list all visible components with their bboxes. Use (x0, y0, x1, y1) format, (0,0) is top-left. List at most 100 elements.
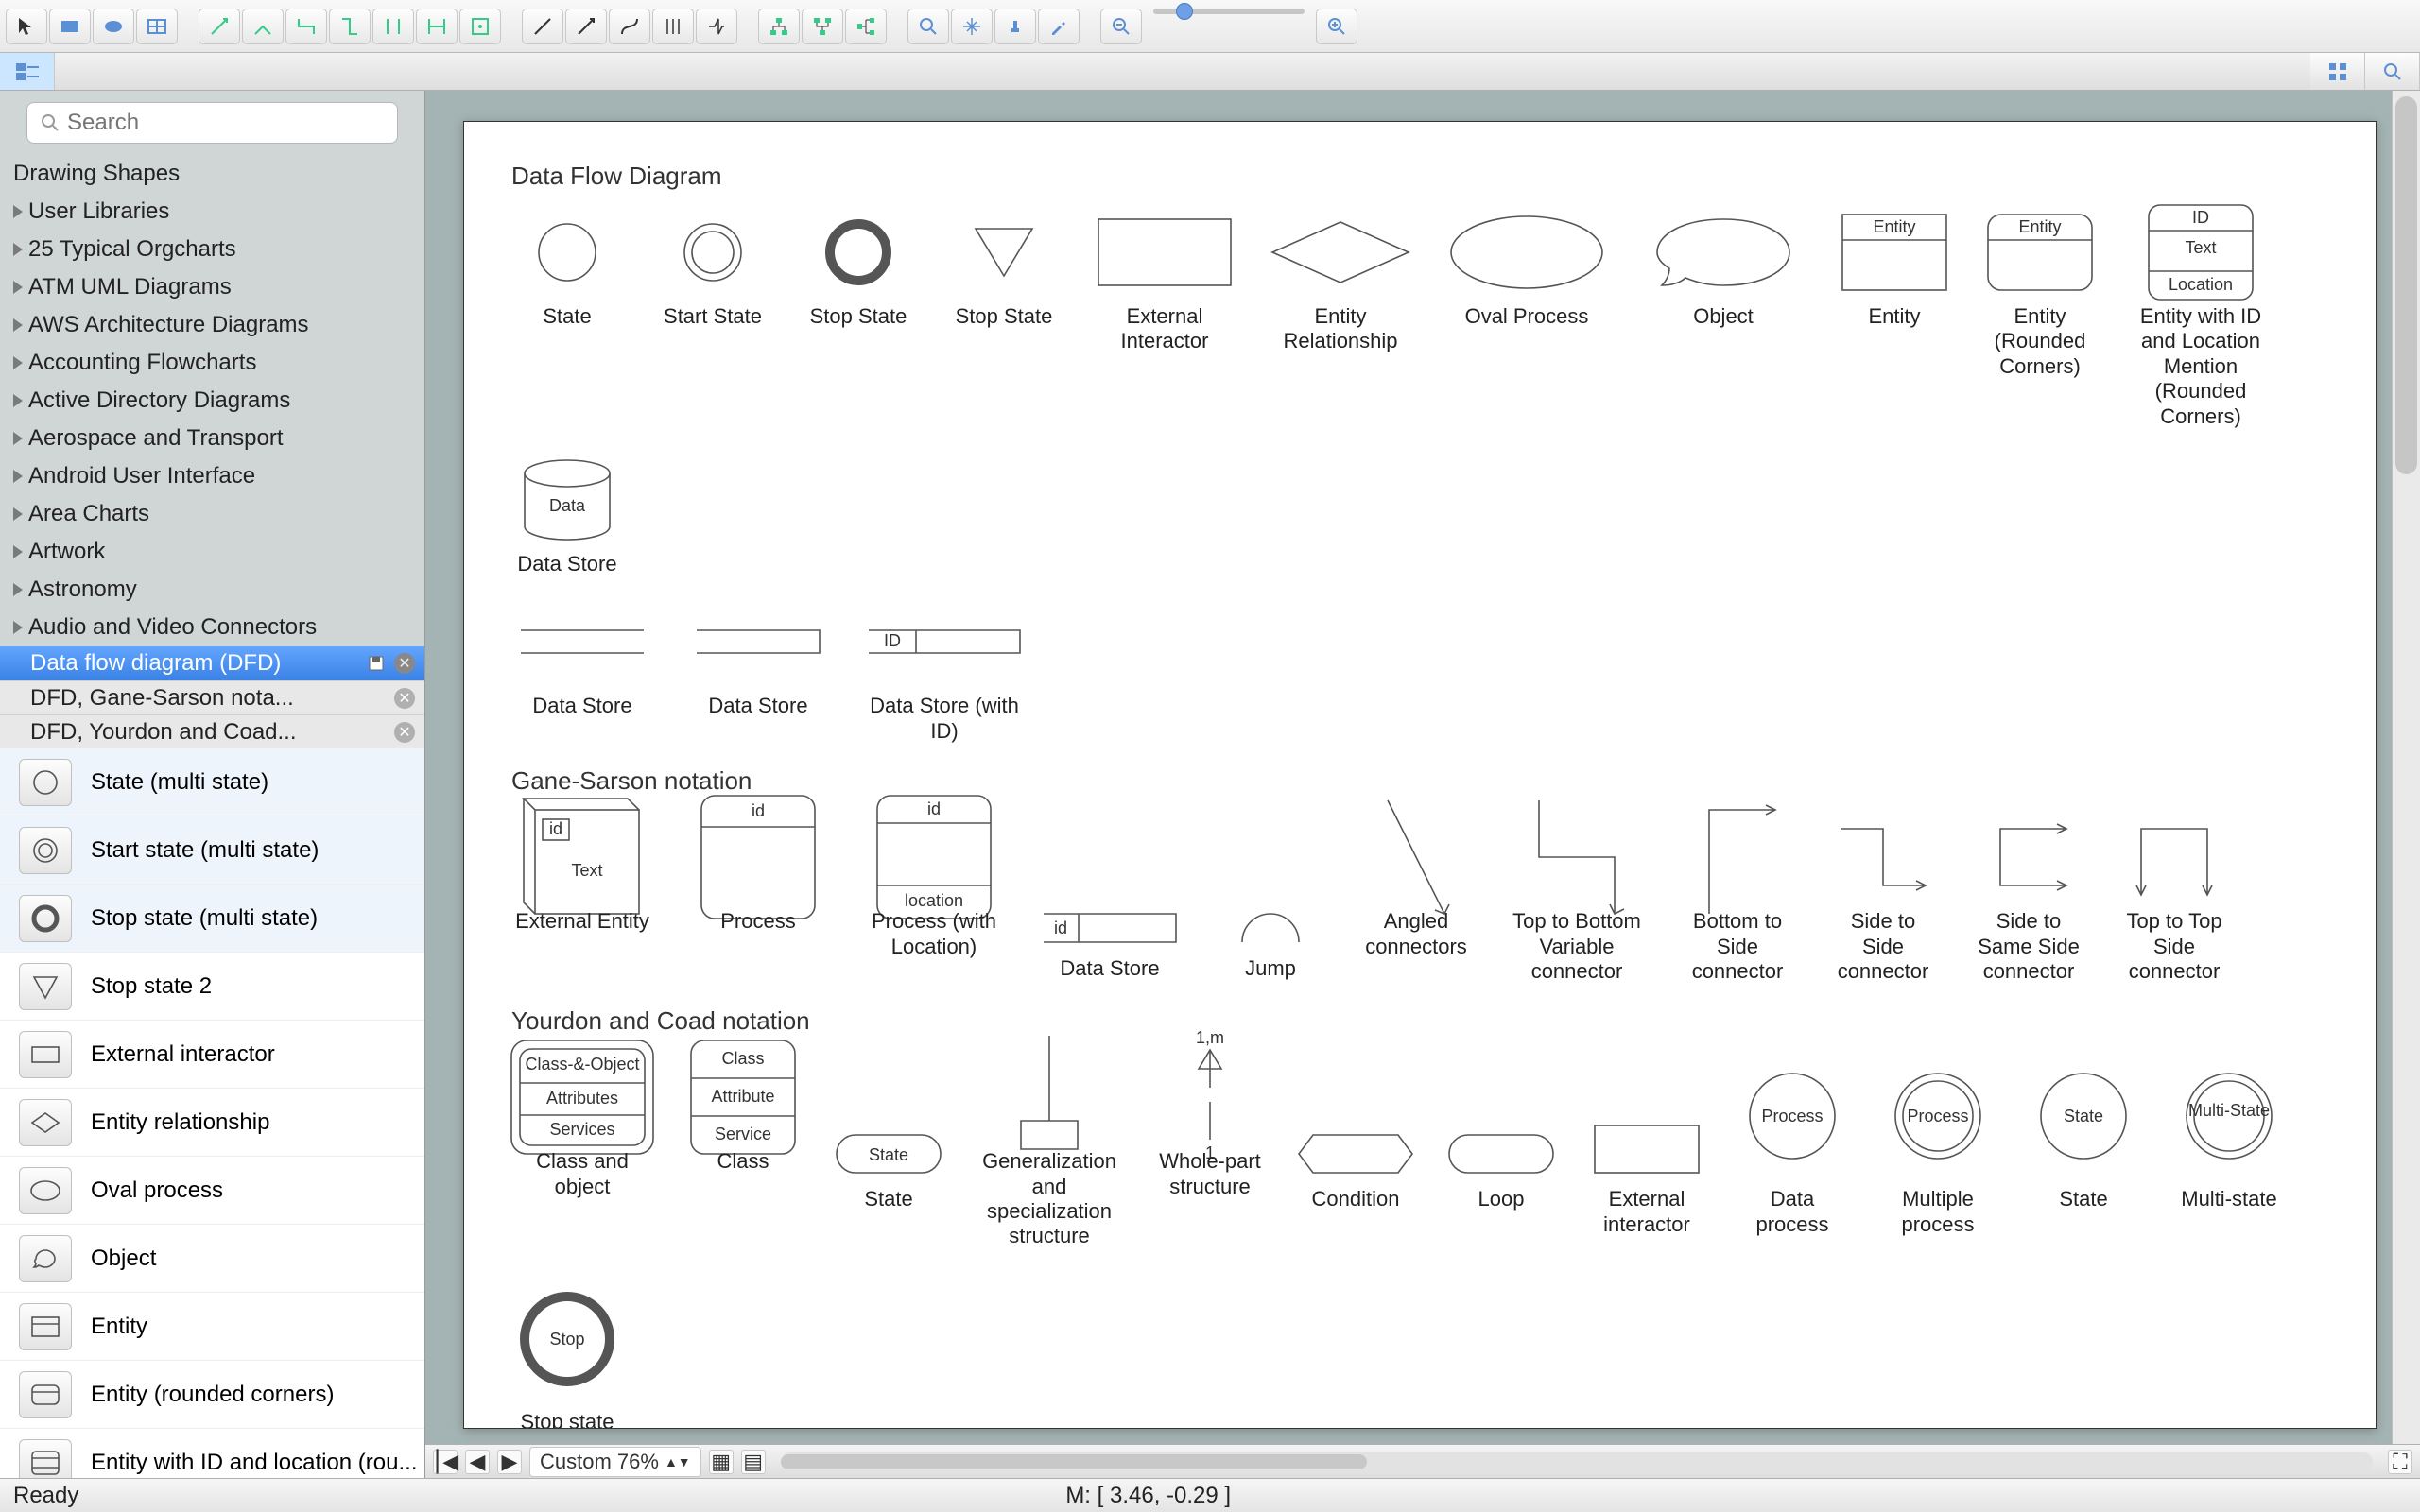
view-mode-1[interactable]: ▦ (709, 1450, 734, 1474)
shape-icon (19, 1235, 72, 1282)
library-row[interactable]: Active Directory Diagrams (0, 382, 424, 420)
shape-row[interactable]: Object (0, 1225, 424, 1293)
shape-row[interactable]: Entity with ID and location (rou... (0, 1429, 424, 1478)
svg-text:Process: Process (1907, 1107, 1968, 1125)
zoom-out-button[interactable] (1100, 9, 1142, 44)
selected-library[interactable]: Data flow diagram (DFD) ✕ (0, 646, 424, 680)
conn-1[interactable] (199, 9, 240, 44)
conn-3[interactable] (285, 9, 327, 44)
search-icon (41, 113, 60, 132)
grid-view-tab[interactable] (2310, 53, 2365, 90)
tree-2[interactable] (802, 9, 843, 44)
conn-5[interactable] (372, 9, 414, 44)
expand-icon (13, 432, 23, 445)
page-first-icon[interactable]: ⎮◀ (433, 1450, 458, 1474)
line-1[interactable] (522, 9, 563, 44)
ellipse-tool[interactable] (93, 9, 134, 44)
conn-7[interactable] (459, 9, 501, 44)
shape-icon (19, 1439, 72, 1479)
panel-strip (0, 53, 2420, 91)
rect-tool[interactable] (49, 9, 91, 44)
bottom-bar: ⎮◀ ◀ ▶ Custom 76%▲▼ ▦ ▤ ⛶ (425, 1444, 2420, 1478)
library-row[interactable]: Aerospace and Transport (0, 420, 424, 457)
search-box[interactable] (26, 102, 398, 144)
table-tool[interactable] (136, 9, 178, 44)
status-left: Ready (13, 1483, 78, 1509)
svg-text:Attributes: Attributes (546, 1089, 618, 1108)
conn-6[interactable] (416, 9, 458, 44)
shape-icon (19, 827, 72, 874)
expand-icon (13, 205, 23, 218)
expand-icon (13, 470, 23, 483)
zoom-dropdown[interactable]: Custom 76%▲▼ (529, 1447, 701, 1477)
zoom-in-icon[interactable] (908, 9, 949, 44)
svg-text:Location: Location (2169, 275, 2233, 294)
svg-text:State: State (869, 1145, 908, 1164)
svg-text:Class-&-Object: Class-&-Object (525, 1055, 639, 1074)
vertical-scrollbar[interactable] (2392, 91, 2420, 1444)
library-row[interactable]: AWS Architecture Diagrams (0, 306, 424, 344)
zoom-slider[interactable] (1153, 9, 1305, 14)
conn-2[interactable] (242, 9, 284, 44)
shape-row[interactable]: State (multi state) (0, 748, 424, 816)
svg-text:Attribute: Attribute (711, 1087, 774, 1106)
page-next-icon[interactable]: ▶ (497, 1450, 522, 1474)
close-icon[interactable]: ✕ (394, 653, 415, 674)
eyedrop-icon[interactable] (1038, 9, 1080, 44)
shape-row[interactable]: Stop state 2 (0, 953, 424, 1021)
shape-row[interactable]: Start state (multi state) (0, 816, 424, 885)
expand-icon (13, 621, 23, 634)
shape-icon (19, 1099, 72, 1146)
close-icon[interactable]: ✕ (394, 688, 415, 709)
shape-row[interactable]: External interactor (0, 1021, 424, 1089)
library-row[interactable]: Audio and Video Connectors (0, 609, 424, 646)
pointer-tool[interactable] (6, 9, 47, 44)
canvas-wrap: Data Flow Diagram State Start State Stop… (425, 91, 2392, 1444)
conn-4[interactable] (329, 9, 371, 44)
library-row[interactable]: Artwork (0, 533, 424, 571)
library-row[interactable]: Area Charts (0, 495, 424, 533)
search-input[interactable] (67, 110, 384, 136)
tree-1[interactable] (758, 9, 800, 44)
fit-page-icon[interactable]: ⛶ (2388, 1450, 2412, 1474)
library-row[interactable]: ATM UML Diagrams (0, 268, 424, 306)
section-3-title: Yourdon and Coad notation (511, 1006, 2328, 1036)
line-4[interactable] (652, 9, 694, 44)
library-row[interactable]: Accounting Flowcharts (0, 344, 424, 382)
line-5[interactable] (696, 9, 737, 44)
save-icon[interactable] (366, 653, 387, 674)
expand-icon (13, 356, 23, 369)
stamp-icon[interactable] (994, 9, 1036, 44)
search-panel-tab[interactable] (2365, 53, 2420, 90)
svg-text:Entity: Entity (1873, 217, 1915, 236)
page-prev-icon[interactable]: ◀ (465, 1450, 490, 1474)
pan-icon[interactable] (951, 9, 993, 44)
expand-icon (13, 507, 23, 521)
library-row[interactable]: 25 Typical Orgcharts (0, 231, 424, 268)
shape-row[interactable]: Entity relationship (0, 1089, 424, 1157)
horizontal-scrollbar[interactable] (781, 1452, 2373, 1471)
shape-row[interactable]: Stop state (multi state) (0, 885, 424, 953)
shape-row[interactable]: Entity (0, 1293, 424, 1361)
sub-library-row[interactable]: DFD, Yourdon and Coad...✕ (0, 714, 424, 748)
svg-text:Text: Text (571, 861, 602, 880)
library-row[interactable]: User Libraries (0, 193, 424, 231)
library-row[interactable]: Drawing Shapes (0, 155, 424, 193)
svg-text:Multi-State: Multi-State (2188, 1101, 2270, 1120)
shape-row[interactable]: Entity (rounded corners) (0, 1361, 424, 1429)
svg-text:State: State (2064, 1107, 2103, 1125)
library-row[interactable]: Android User Interface (0, 457, 424, 495)
library-panel-tab[interactable] (0, 53, 55, 90)
tree-3[interactable] (845, 9, 887, 44)
shape-row[interactable]: Oval process (0, 1157, 424, 1225)
close-icon[interactable]: ✕ (394, 722, 415, 743)
svg-text:Process: Process (1761, 1107, 1823, 1125)
view-mode-2[interactable]: ▤ (741, 1450, 766, 1474)
library-row[interactable]: Astronomy (0, 571, 424, 609)
line-2[interactable] (565, 9, 607, 44)
canvas[interactable]: Data Flow Diagram State Start State Stop… (463, 121, 2377, 1429)
shape-icon (19, 759, 72, 806)
sub-library-row[interactable]: DFD, Gane-Sarson nota...✕ (0, 680, 424, 714)
zoom-in-button[interactable] (1316, 9, 1357, 44)
line-3[interactable] (609, 9, 650, 44)
